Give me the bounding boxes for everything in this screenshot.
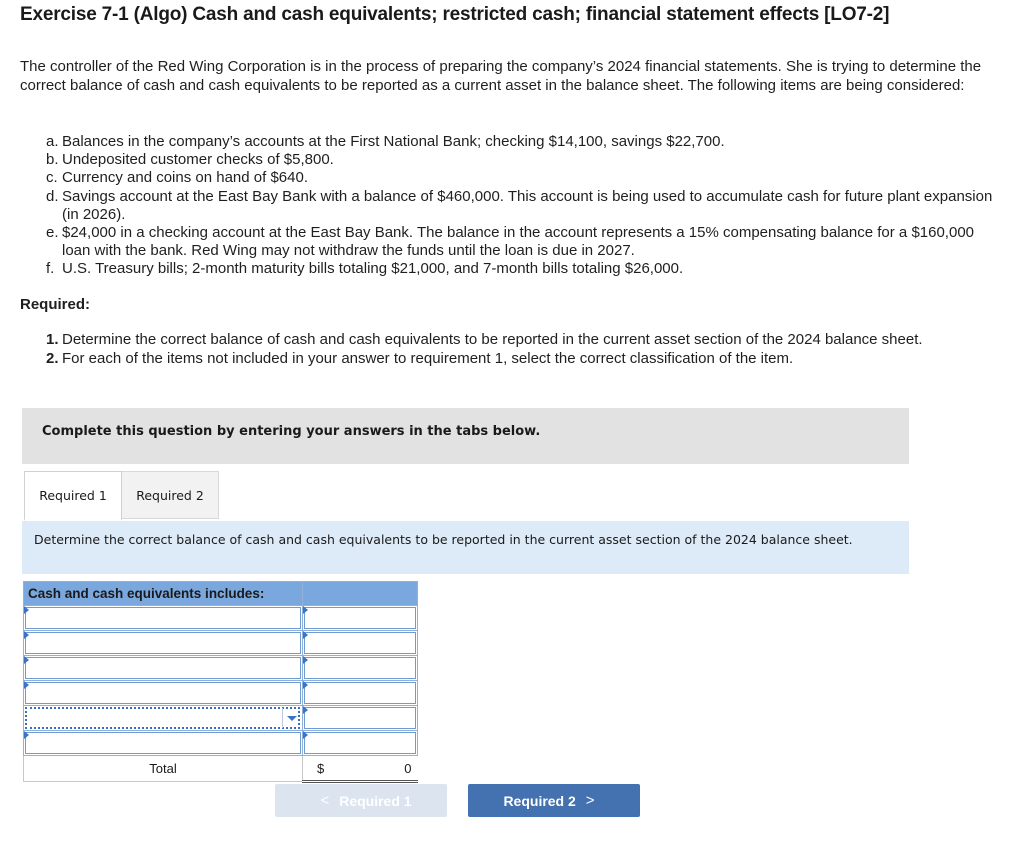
requirement-number: 2. [46,349,59,367]
required-heading: Required: [20,296,91,313]
tab-required-1[interactable]: Required 1 [24,471,122,521]
amount-cell[interactable] [302,705,418,731]
description-cell[interactable] [23,730,303,756]
table-row [23,630,418,656]
list-item: d. Savings account at the East Bay Bank w… [46,188,1006,224]
table-row [23,655,418,681]
item-text: U.S. Treasury bills; 2-month maturity bi… [62,260,684,278]
description-input[interactable] [25,657,301,679]
total-label: Total [23,755,303,782]
requirement-item: 1. Determine the correct balance of cash … [46,331,976,350]
item-label: c. [46,169,58,187]
chevron-down-icon [286,715,297,721]
next-button-label: Required 2 [503,792,576,809]
total-amount-cell: $0 [302,755,418,783]
list-item: b. Undeposited customer checks of $5,800. [46,151,1006,169]
input-marker-icon [24,656,29,664]
input-marker-icon [24,631,29,639]
amount-input[interactable] [304,707,416,729]
chevron-left-icon: < [320,792,330,809]
input-marker-icon [24,731,29,739]
amount-cell[interactable] [302,630,418,656]
item-text: Savings account at the East Bay Bank wit… [62,187,993,223]
currency-symbol: $ [317,761,325,776]
item-text: Undeposited customer checks of $5,800. [62,151,334,169]
next-required-button[interactable]: Required 2 > [468,784,640,817]
amount-cell[interactable] [302,730,418,756]
item-text: Currency and coins on hand of $640. [62,169,308,187]
item-label: b. [46,151,59,169]
amount-cell[interactable] [302,605,418,631]
banner-text: Complete this question by entering your … [42,424,541,439]
instructions-banner: Complete this question by entering your … [22,408,909,464]
amount-input[interactable] [304,732,416,754]
table-header-row: Cash and cash equivalents includes: [23,581,418,606]
tab-required-2[interactable]: Required 2 [122,471,219,519]
description-cell[interactable] [23,630,303,656]
amount-cell[interactable] [302,655,418,681]
table-header-description: Cash and cash equivalents includes: [23,581,303,606]
description-input[interactable] [25,632,301,654]
input-marker-icon [303,631,308,639]
prev-required-button[interactable]: < Required 1 [275,784,447,817]
intro-paragraph: The controller of the Red Wing Corporati… [20,58,982,94]
amount-input[interactable] [304,657,416,679]
total-row: Total $0 [23,755,418,783]
total-value: 0 [404,761,412,776]
description-cell[interactable] [23,605,303,631]
exercise-title: Exercise 7-1 (Algo) Cash and cash equiva… [20,4,890,25]
description-cell[interactable] [23,655,303,681]
requirement-text: For each of the items not included in yo… [62,349,794,367]
requirement-text: Determine the correct balance of cash an… [62,331,923,348]
input-marker-icon [303,681,308,689]
description-input[interactable] [25,732,301,754]
amount-cell[interactable] [302,680,418,706]
amount-input[interactable] [304,682,416,704]
tab-bar: Required 1 Required 2 [22,471,909,522]
input-marker-icon [24,606,29,614]
item-text: $24,000 in a checking account at the Eas… [62,224,975,260]
chevron-right-icon: > [585,792,595,809]
table-row [23,680,418,706]
item-label: a. [46,133,59,150]
item-label: d. [46,187,59,205]
requirement-item: 2. For each of the items not included in … [46,350,976,369]
input-marker-icon [303,731,308,739]
item-label: f. [46,260,55,278]
requirements-list: 1. Determine the correct balance of cash … [46,331,976,368]
dropdown-button[interactable] [282,708,300,728]
description-input[interactable] [25,682,301,704]
prev-button-label: Required 1 [339,792,412,809]
input-marker-icon [303,606,308,614]
input-marker-icon [24,681,29,689]
cash-equivalents-table: Cash and cash equivalents includes: Tota… [23,581,418,783]
list-item: a. Balances in the company’s accounts at … [46,133,1006,151]
description-cell[interactable] [23,680,303,706]
item-label: e. [46,224,59,242]
item-text: Balances in the company’s accounts at th… [62,133,725,150]
table-row [23,730,418,756]
list-item: e. $24,000 in a checking account at the E… [46,224,1006,260]
description-select[interactable] [25,707,300,729]
list-item: c. Currency and coins on hand of $640. [46,169,1006,187]
table-row [23,605,418,631]
description-cell[interactable] [23,705,303,731]
list-item: f. U.S. Treasury bills; 2-month maturity … [46,260,1006,278]
description-input[interactable] [25,607,301,629]
input-marker-icon [303,656,308,664]
items-list: a. Balances in the company’s accounts at … [46,133,1006,279]
amount-input[interactable] [304,607,416,629]
input-marker-icon [303,706,308,714]
amount-input[interactable] [304,632,416,654]
requirement-number: 1. [46,331,59,348]
tab-instruction: Determine the correct balance of cash an… [22,521,909,574]
table-header-amount [302,581,418,606]
table-row [23,705,418,731]
